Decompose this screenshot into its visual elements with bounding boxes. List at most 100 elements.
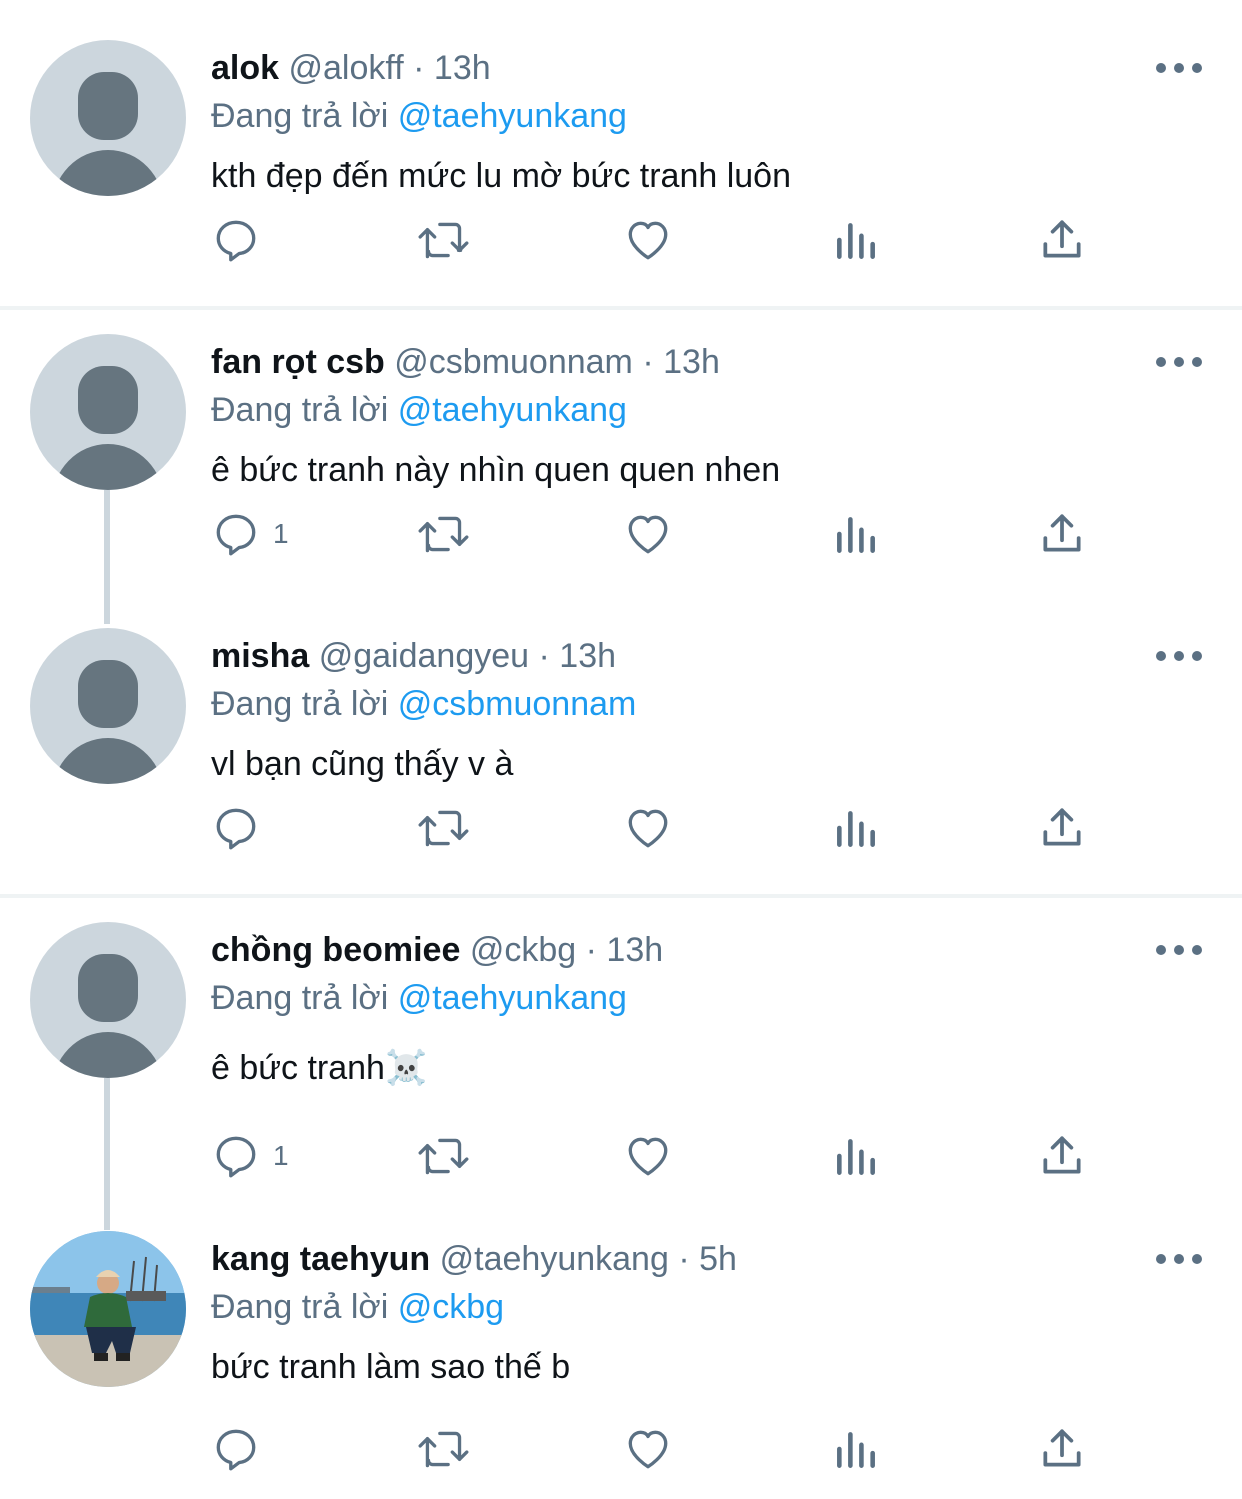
user-handle[interactable]: @ckbg <box>470 931 576 969</box>
more-icon[interactable] <box>1156 638 1202 674</box>
analytics-button[interactable] <box>831 800 881 856</box>
share-button[interactable] <box>1037 1128 1087 1184</box>
mention-link[interactable]: @ckbg <box>398 1288 504 1326</box>
analytics-icon <box>837 811 875 847</box>
analytics-icon <box>837 1139 875 1175</box>
mention-link[interactable]: @taehyunkang <box>398 979 627 1017</box>
retweet-icon <box>418 1431 469 1468</box>
reply-button[interactable] <box>211 212 273 268</box>
retweet-button[interactable] <box>415 212 473 268</box>
analytics-button[interactable] <box>831 1128 881 1184</box>
retweet-icon <box>418 222 469 259</box>
mention-link[interactable]: @taehyunkang <box>398 97 627 135</box>
timestamp[interactable]: 13h <box>606 931 663 969</box>
reply-button[interactable]: 1 <box>211 506 289 562</box>
share-icon <box>1043 220 1081 258</box>
separator-dot: · <box>538 637 550 675</box>
reply-button[interactable] <box>211 1421 273 1477</box>
reply-count: 1 <box>273 518 289 549</box>
display-name[interactable]: fan rọt csb <box>211 343 385 381</box>
default-avatar[interactable] <box>30 334 186 490</box>
reply-count: 1 <box>273 1140 289 1171</box>
user-handle[interactable]: @gaidangyeu <box>319 637 529 675</box>
tweet-actions: 1 <box>211 1128 1091 1184</box>
profile-photo-icon <box>30 1231 186 1387</box>
display-name[interactable]: chồng beomiee <box>211 931 460 969</box>
like-button[interactable] <box>623 212 673 268</box>
default-avatar-icon <box>53 366 163 490</box>
retweet-button[interactable] <box>415 1421 473 1477</box>
display-name[interactable]: kang taehyun <box>211 1240 430 1278</box>
display-name[interactable]: alok <box>211 49 279 87</box>
share-button[interactable] <box>1037 1421 1087 1477</box>
display-name[interactable]: misha <box>211 637 309 675</box>
default-avatar[interactable] <box>30 922 186 1078</box>
tweet-header: alok @alokff · 13h <box>211 46 491 90</box>
heart-icon <box>628 1137 668 1176</box>
default-avatar[interactable] <box>30 40 186 196</box>
heart-icon <box>628 1430 668 1469</box>
replying-to-label: Đang trả lời <box>211 979 389 1017</box>
like-button[interactable] <box>623 800 673 856</box>
separator-dot: · <box>642 343 654 381</box>
more-icon[interactable] <box>1156 1241 1202 1277</box>
retweet-button[interactable] <box>415 506 473 562</box>
default-avatar-icon <box>53 954 163 1078</box>
separator-dot: · <box>585 931 597 969</box>
like-button[interactable] <box>623 1421 673 1477</box>
reply-icon <box>216 1429 256 1471</box>
reply-button[interactable]: 1 <box>211 1128 289 1184</box>
tweet-actions <box>211 212 1091 268</box>
tweet-header: kang taehyun @taehyunkang · 5h <box>211 1237 737 1281</box>
analytics-icon <box>837 1432 875 1468</box>
retweet-icon <box>418 516 469 553</box>
mention-link[interactable]: @csbmuonnam <box>398 685 637 723</box>
timestamp[interactable]: 13h <box>663 343 720 381</box>
replying-to: Đang trả lời @taehyunkang <box>211 976 627 1020</box>
tweet-header: misha @gaidangyeu · 13h <box>211 634 616 678</box>
tweet-text: ê bức tranh này nhìn quen quen nhen <box>211 451 781 489</box>
tweet-actions <box>211 1421 1091 1477</box>
reply-icon <box>216 808 256 850</box>
reply-icon <box>216 220 256 262</box>
replying-to-label: Đang trả lời <box>211 685 389 723</box>
share-button[interactable] <box>1037 212 1087 268</box>
share-button[interactable] <box>1037 800 1087 856</box>
timestamp[interactable]: 5h <box>699 1240 737 1278</box>
more-icon[interactable] <box>1156 50 1202 86</box>
share-button[interactable] <box>1037 506 1087 562</box>
retweet-button[interactable] <box>415 800 473 856</box>
heart-icon <box>628 809 668 848</box>
default-avatar-icon <box>53 660 163 784</box>
timestamp[interactable]: 13h <box>559 637 616 675</box>
tweet-actions: 1 <box>211 506 1091 562</box>
more-icon[interactable] <box>1156 932 1202 968</box>
tweet-text: bức tranh làm sao thế b <box>211 1348 571 1386</box>
more-icon[interactable] <box>1156 344 1202 380</box>
tweet-divider <box>0 894 1242 898</box>
replying-to: Đang trả lời @csbmuonnam <box>211 682 636 726</box>
heart-icon <box>628 221 668 260</box>
tweet-header: fan rọt csb @csbmuonnam · 13h <box>211 340 720 384</box>
retweet-button[interactable] <box>415 1128 473 1184</box>
tweet-text: ê bức tranh☠️ <box>211 1049 428 1087</box>
analytics-icon <box>837 517 875 553</box>
default-avatar[interactable] <box>30 628 186 784</box>
user-handle[interactable]: @taehyunkang <box>440 1240 669 1278</box>
profile-photo-avatar[interactable] <box>30 1231 186 1387</box>
analytics-button[interactable] <box>831 1421 881 1477</box>
reply-icon <box>216 514 256 556</box>
reply-button[interactable] <box>211 800 273 856</box>
timestamp[interactable]: 13h <box>434 49 491 87</box>
analytics-button[interactable] <box>831 212 881 268</box>
analytics-button[interactable] <box>831 506 881 562</box>
user-handle[interactable]: @csbmuonnam <box>394 343 633 381</box>
heart-icon <box>628 515 668 554</box>
separator-dot: · <box>678 1240 690 1278</box>
mention-link[interactable]: @taehyunkang <box>398 391 627 429</box>
like-button[interactable] <box>623 1128 673 1184</box>
share-icon <box>1043 1429 1081 1467</box>
like-button[interactable] <box>623 506 673 562</box>
user-handle[interactable]: @alokff <box>289 49 404 87</box>
replying-to-label: Đang trả lời <box>211 97 389 135</box>
